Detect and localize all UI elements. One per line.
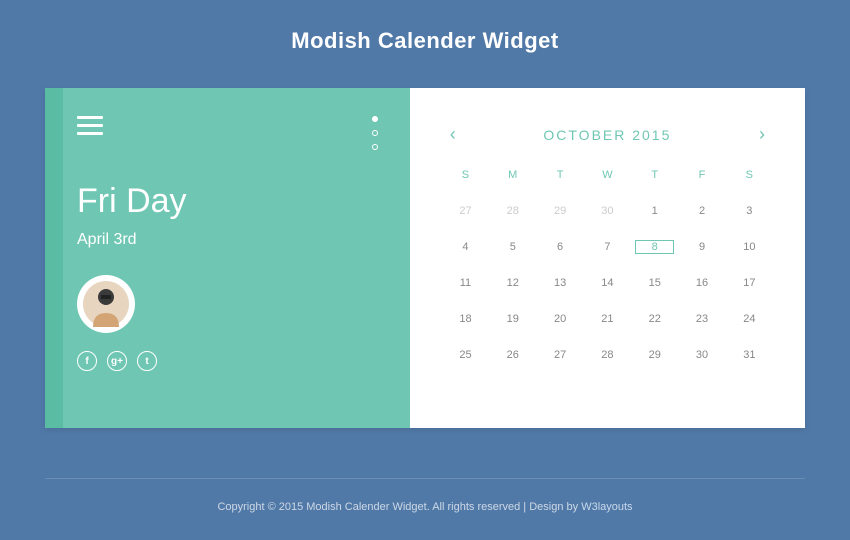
weekday-label: F <box>678 169 725 181</box>
day-name: Fri Day <box>77 182 378 221</box>
weekday-label: M <box>489 169 536 181</box>
calendar-day[interactable]: 27 <box>442 205 489 217</box>
month-label: OCTOBER 2015 <box>543 127 671 143</box>
calendar-day[interactable]: 7 <box>584 241 631 253</box>
calendar-day[interactable]: 3 <box>726 205 773 217</box>
calendar-day[interactable]: 28 <box>489 205 536 217</box>
date-text: April 3rd <box>77 231 378 249</box>
left-panel: Fri Day April 3rd f g+ t <box>45 88 410 428</box>
calendar-day[interactable]: 17 <box>726 277 773 289</box>
footer-link[interactable]: W3layouts <box>581 501 632 513</box>
calendar-day[interactable]: 5 <box>489 241 536 253</box>
footer: Copyright © 2015 Modish Calender Widget.… <box>45 478 805 515</box>
calendar-day[interactable]: 8 <box>635 240 674 254</box>
calendar-day[interactable]: 13 <box>536 277 583 289</box>
calendar-day[interactable]: 29 <box>536 205 583 217</box>
calendar-day[interactable]: 24 <box>726 313 773 325</box>
calendar-widget: Fri Day April 3rd f g+ t ‹ OCTOBER 2015 … <box>45 88 805 428</box>
calendar-day[interactable]: 9 <box>678 241 725 253</box>
twitter-icon[interactable]: t <box>137 351 157 371</box>
calendar-day[interactable]: 1 <box>631 205 678 217</box>
page-title: Modish Calender Widget <box>291 28 558 54</box>
calendar-day[interactable]: 20 <box>536 313 583 325</box>
calendar-day[interactable]: 29 <box>631 349 678 361</box>
weekday-label: S <box>442 169 489 181</box>
right-panel: ‹ OCTOBER 2015 › SMTWTFS 272829301234567… <box>410 88 805 428</box>
calendar-day[interactable]: 18 <box>442 313 489 325</box>
weekday-label: W <box>584 169 631 181</box>
pager-dot[interactable] <box>372 144 378 150</box>
calendar-day[interactable]: 30 <box>584 205 631 217</box>
calendar-day[interactable]: 16 <box>678 277 725 289</box>
calendar-grid: 2728293012345678910111213141516171819202… <box>442 193 773 373</box>
calendar-day[interactable]: 6 <box>536 241 583 253</box>
calendar-day[interactable]: 22 <box>631 313 678 325</box>
calendar-day[interactable]: 27 <box>536 349 583 361</box>
calendar-day[interactable]: 21 <box>584 313 631 325</box>
hamburger-menu-icon[interactable] <box>77 116 103 135</box>
avatar-icon <box>83 281 129 327</box>
calendar-day[interactable]: 30 <box>678 349 725 361</box>
left-accent-bar <box>45 88 63 428</box>
calendar-day[interactable]: 4 <box>442 241 489 253</box>
calendar-day[interactable]: 25 <box>442 349 489 361</box>
weekday-row: SMTWTFS <box>442 169 773 181</box>
calendar-day[interactable]: 11 <box>442 277 489 289</box>
weekday-label: T <box>631 169 678 181</box>
calendar-day[interactable]: 10 <box>726 241 773 253</box>
social-icons: f g+ t <box>77 351 378 371</box>
avatar[interactable] <box>77 275 135 333</box>
calendar-day[interactable]: 14 <box>584 277 631 289</box>
calendar-day[interactable]: 15 <box>631 277 678 289</box>
weekday-label: S <box>726 169 773 181</box>
pager-dot[interactable] <box>372 116 378 122</box>
prev-month-button[interactable]: ‹ <box>450 124 456 145</box>
calendar-day[interactable]: 26 <box>489 349 536 361</box>
calendar-day[interactable]: 2 <box>678 205 725 217</box>
calendar-day[interactable]: 31 <box>726 349 773 361</box>
footer-text: Copyright © 2015 Modish Calender Widget.… <box>217 501 632 513</box>
calendar-day[interactable]: 12 <box>489 277 536 289</box>
facebook-icon[interactable]: f <box>77 351 97 371</box>
next-month-button[interactable]: › <box>759 124 765 145</box>
calendar-header: ‹ OCTOBER 2015 › <box>442 124 773 145</box>
weekday-label: T <box>536 169 583 181</box>
calendar-day[interactable]: 23 <box>678 313 725 325</box>
pager-dots[interactable] <box>372 116 378 150</box>
calendar-day[interactable]: 28 <box>584 349 631 361</box>
calendar-day[interactable]: 19 <box>489 313 536 325</box>
google-plus-icon[interactable]: g+ <box>107 351 127 371</box>
pager-dot[interactable] <box>372 130 378 136</box>
